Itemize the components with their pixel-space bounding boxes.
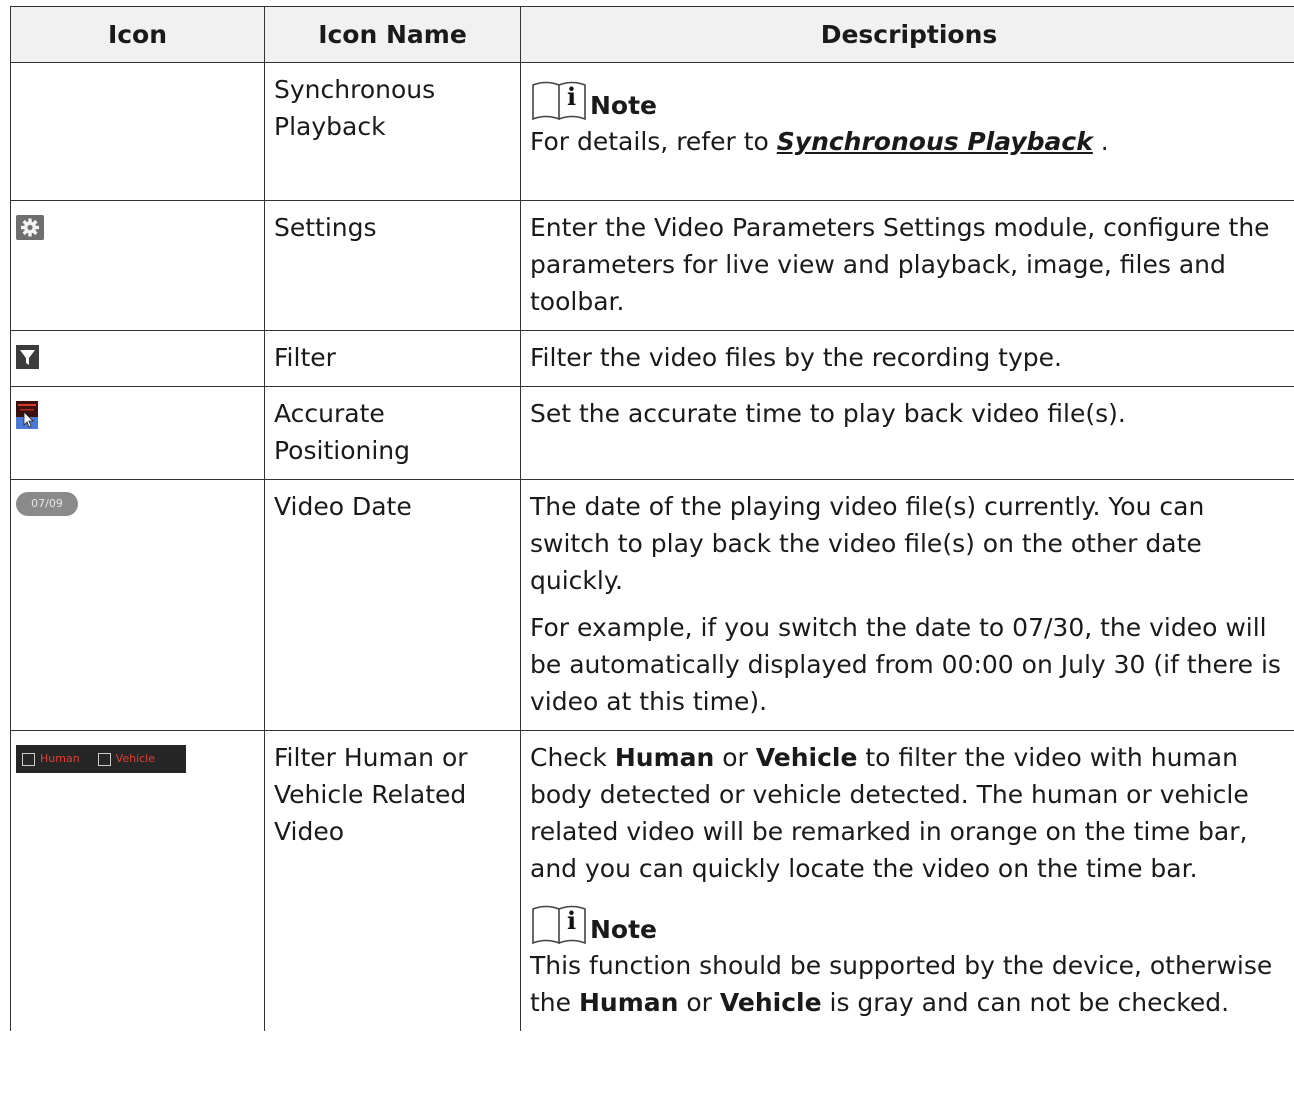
note-info-icon: i: [532, 81, 586, 121]
note-label: Note: [590, 915, 658, 944]
bold-human: Human: [614, 743, 715, 772]
icon-name-cell: Settings: [264, 200, 521, 331]
checkbox-icon: [97, 752, 111, 766]
icon-cell: 07/09: [10, 479, 265, 731]
description-text: For details, refer to Synchronous Playba…: [530, 123, 1288, 160]
bold-vehicle: Vehicle: [719, 988, 822, 1017]
icon-cell: [10, 330, 265, 387]
description-cell: i Note For details, refer to Synchronous…: [520, 62, 1294, 201]
icon-vehicle-label: Vehicle: [115, 752, 156, 765]
description-cell: Check Human or Vehicle to filter the vid…: [520, 730, 1294, 1031]
bold-vehicle: Vehicle: [755, 743, 858, 772]
icon-cell: [10, 200, 265, 331]
icon-name-cell: Accurate Positioning: [264, 386, 521, 480]
gear-icon: [16, 215, 44, 240]
description-cell: The date of the playing video file(s) cu…: [520, 479, 1294, 731]
svg-text:i: i: [567, 82, 576, 111]
table-row: Settings Enter the Video Parameters Sett…: [10, 200, 1294, 331]
icon-name-cell: Filter Human or Vehicle Related Video: [264, 730, 521, 1031]
accurate-positioning-icon: [16, 401, 38, 429]
icon-cell: [10, 386, 265, 480]
icon-cell: [10, 62, 265, 201]
table-row: 07/09 Video Date The date of the playing…: [10, 479, 1294, 731]
table-row: Filter Filter the video files by the rec…: [10, 330, 1294, 387]
description-text: The date of the playing video file(s) cu…: [530, 492, 1205, 595]
description-cell: Set the accurate time to play back video…: [520, 386, 1294, 480]
checkbox-icon: [22, 752, 35, 766]
description-suffix: .: [1092, 127, 1109, 156]
icon-human-label: Human: [40, 752, 80, 765]
bold-human: Human: [578, 988, 679, 1017]
icon-name-cell: Filter: [264, 330, 521, 387]
header-icon-name: Icon Name: [264, 6, 521, 63]
filter-funnel-icon: [16, 345, 39, 369]
table-row: Accurate Positioning Set the accurate ti…: [10, 386, 1294, 480]
icon-name-cell: Video Date: [264, 479, 521, 731]
human-vehicle-checkbox-icon: Human Vehicle: [16, 745, 186, 773]
description-cell: Enter the Video Parameters Settings modu…: [520, 200, 1294, 331]
note-label: Note: [590, 91, 658, 120]
table-row: Synchronous Playback i Note For details,…: [10, 62, 1294, 201]
header-descriptions: Descriptions: [520, 6, 1294, 63]
note-info-icon: i: [532, 905, 586, 945]
video-date-icon: 07/09: [16, 492, 78, 516]
note-callout: i Note: [530, 897, 1288, 945]
icon-table: Icon Icon Name Descriptions Synchronous …: [10, 6, 1294, 1031]
description-text: Check Human or Vehicle to filter the vid…: [530, 743, 1249, 883]
description-text: This function should be supported by the…: [530, 951, 1273, 1017]
note-callout: i Note: [530, 73, 1288, 121]
description-text: For example, if you switch the date to 0…: [530, 613, 1281, 716]
description-prefix: For details, refer to: [530, 127, 777, 156]
header-icon: Icon: [10, 6, 265, 63]
icon-name-cell: Synchronous Playback: [264, 62, 521, 201]
svg-text:i: i: [567, 906, 576, 935]
icon-cell: Human Vehicle: [10, 730, 265, 1031]
synchronous-playback-link[interactable]: Synchronous Playback: [777, 127, 1093, 156]
description-cell: Filter the video files by the recording …: [520, 330, 1294, 387]
table-row: Human Vehicle Filter Human or Vehicle Re…: [10, 730, 1294, 1031]
table-header-row: Icon Icon Name Descriptions: [10, 6, 1294, 63]
